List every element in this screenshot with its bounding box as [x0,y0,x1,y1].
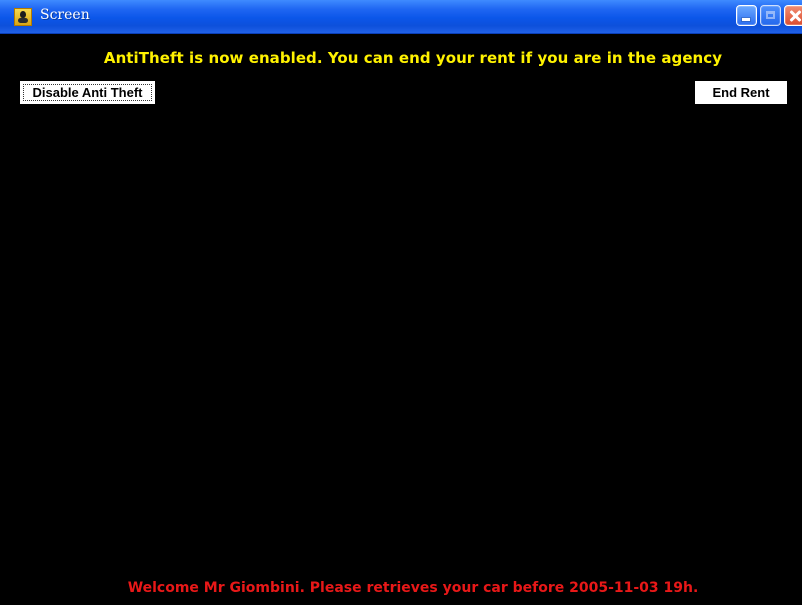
minimize-icon[interactable] [736,5,757,26]
close-icon[interactable] [784,5,802,26]
maximize-icon[interactable] [760,5,781,26]
client-area [0,34,802,605]
disable-anti-theft-button[interactable]: Disable Anti Theft [20,81,155,104]
screen-window: Screen AntiTheft is now enabled. You can… [0,0,802,605]
anti-theft-status-message: AntiTheft is now enabled. You can end yo… [103,49,723,67]
welcome-message: Welcome Mr Giombini. Please retrieves yo… [127,580,699,596]
java-app-icon [14,8,32,26]
window-title: Screen [40,7,90,23]
end-rent-button[interactable]: End Rent [695,81,787,104]
title-bar[interactable]: Screen [0,0,802,34]
